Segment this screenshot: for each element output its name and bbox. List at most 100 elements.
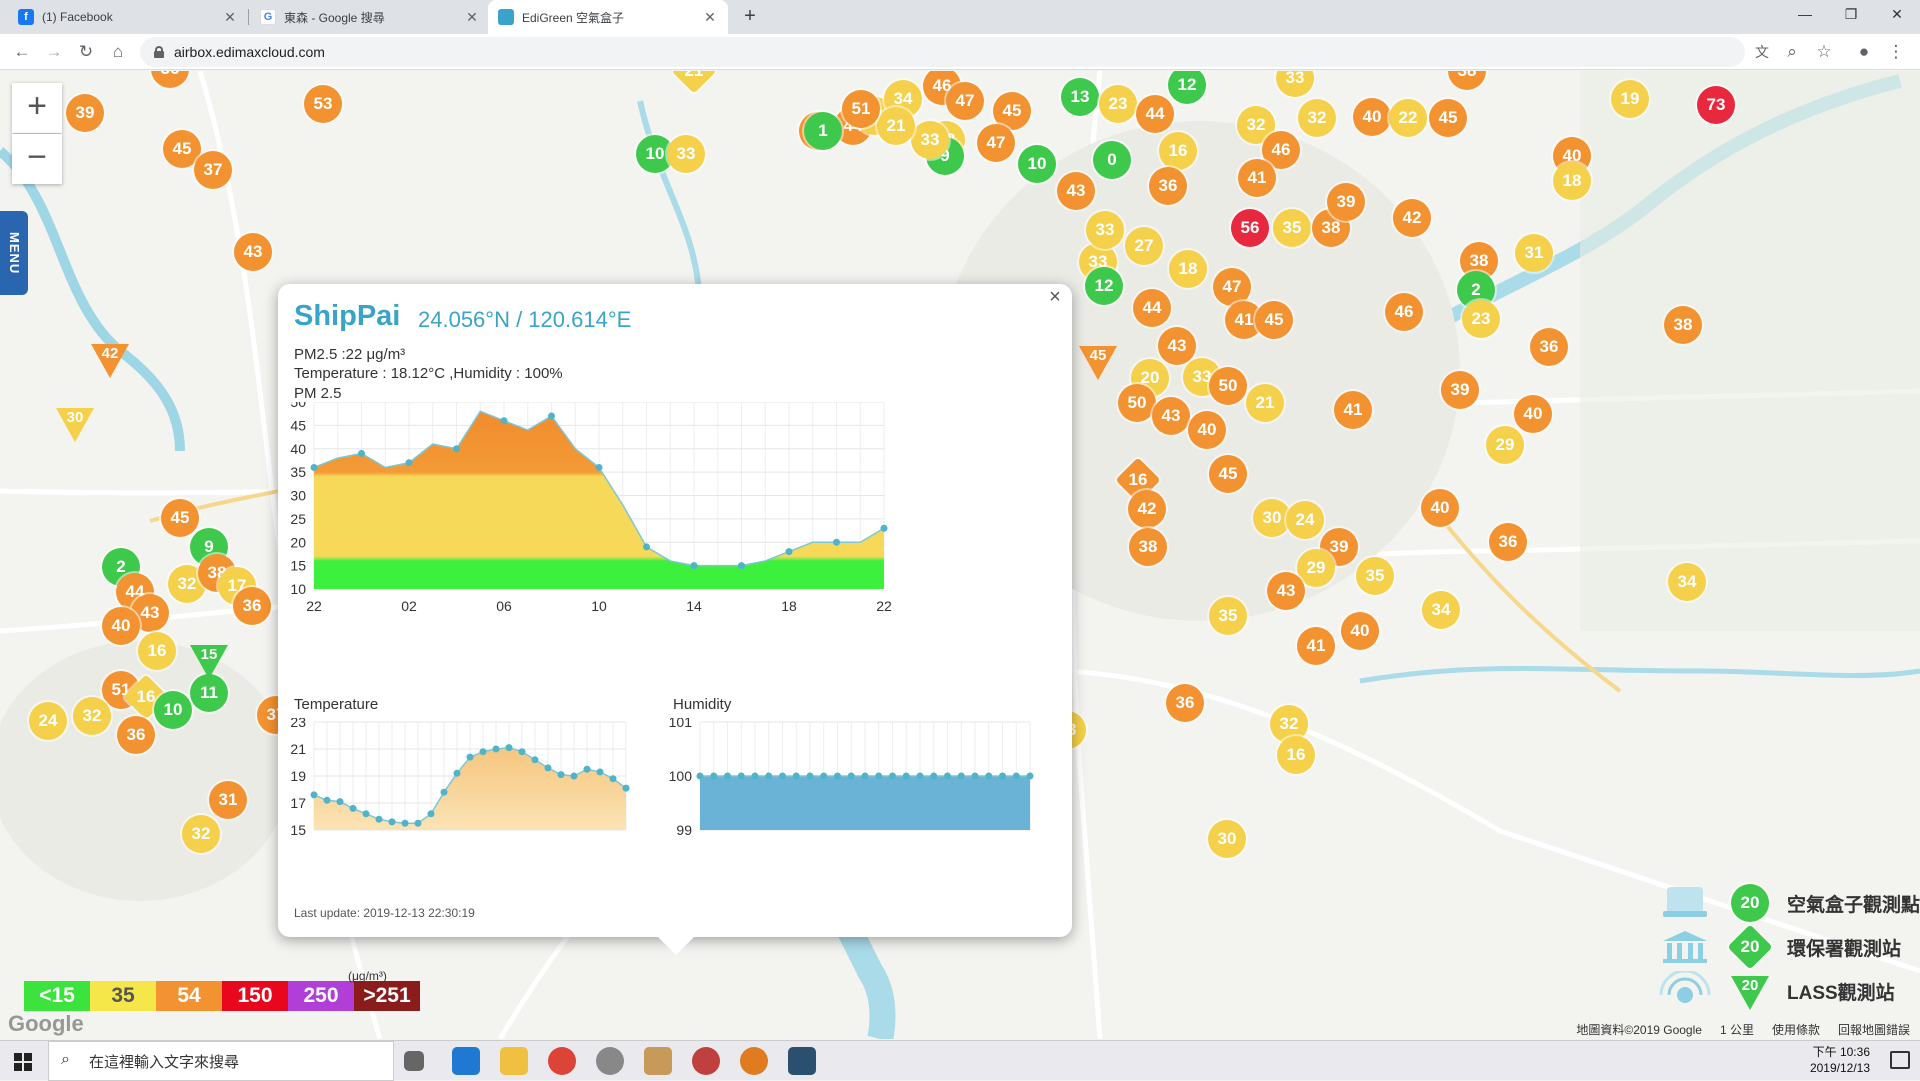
- blender-icon[interactable]: [740, 1047, 768, 1075]
- station-marker[interactable]: 19: [1611, 80, 1649, 118]
- station-marker[interactable]: 0: [1093, 141, 1131, 179]
- station-marker[interactable]: 35: [1209, 597, 1247, 635]
- chrome-icon[interactable]: [548, 1047, 576, 1075]
- reload-icon[interactable]: ↻: [74, 40, 98, 64]
- station-marker[interactable]: 33: [667, 135, 705, 173]
- home-icon[interactable]: ⌂: [106, 40, 130, 64]
- station-marker[interactable]: 56: [1231, 209, 1269, 247]
- station-marker[interactable]: 27: [1125, 227, 1163, 265]
- station-marker[interactable]: 11: [190, 674, 228, 712]
- station-marker[interactable]: 40: [1514, 395, 1552, 433]
- station-marker[interactable]: 36: [117, 716, 155, 754]
- station-marker[interactable]: 45: [1209, 455, 1247, 493]
- terms-link[interactable]: 使用條款: [1772, 1021, 1820, 1038]
- report-error-link[interactable]: 回報地圖錯誤: [1838, 1021, 1910, 1038]
- station-marker[interactable]: 38: [1664, 306, 1702, 344]
- station-marker[interactable]: 51: [842, 90, 880, 128]
- station-marker[interactable]: 43: [1152, 397, 1190, 435]
- station-marker[interactable]: 23: [1462, 300, 1500, 338]
- station-marker[interactable]: 18: [1169, 250, 1207, 288]
- taskbar-search-box[interactable]: ⌕ 在這裡輸入文字來搜尋: [48, 1041, 394, 1081]
- station-marker[interactable]: 10: [1018, 145, 1056, 183]
- task-view-icon[interactable]: [404, 1051, 424, 1071]
- windows-start-icon[interactable]: [14, 1053, 32, 1071]
- zoom-in-button[interactable]: +: [12, 83, 62, 133]
- station-marker[interactable]: 10: [154, 691, 192, 729]
- station-marker[interactable]: 36: [1489, 523, 1527, 561]
- menu-kebab-icon[interactable]: ⋮: [1884, 40, 1908, 64]
- station-marker[interactable]: 47: [946, 82, 984, 120]
- station-marker[interactable]: 30: [56, 404, 94, 442]
- station-marker[interactable]: 1: [804, 112, 842, 150]
- edge-icon[interactable]: [452, 1047, 480, 1075]
- station-marker[interactable]: 18: [1553, 162, 1591, 200]
- station-marker[interactable]: 39: [66, 94, 104, 132]
- station-marker[interactable]: 15: [190, 641, 228, 679]
- station-marker[interactable]: 73: [1697, 86, 1735, 124]
- zoom-out-button[interactable]: −: [12, 134, 62, 184]
- station-marker[interactable]: 21: [1246, 384, 1284, 422]
- minimize-button[interactable]: —: [1782, 0, 1828, 30]
- station-marker[interactable]: 41: [1297, 627, 1335, 665]
- station-marker[interactable]: 29: [1486, 426, 1524, 464]
- file-explorer-icon[interactable]: [500, 1047, 528, 1075]
- station-marker[interactable]: 16: [1159, 132, 1197, 170]
- station-marker[interactable]: 23: [1099, 85, 1137, 123]
- app-icon[interactable]: [596, 1047, 624, 1075]
- zoom-icon[interactable]: ⌕: [1780, 40, 1804, 64]
- station-marker[interactable]: 45: [1255, 301, 1293, 339]
- station-marker[interactable]: 42: [1393, 199, 1431, 237]
- forward-icon[interactable]: →: [42, 40, 66, 64]
- station-marker[interactable]: 36: [1166, 684, 1204, 722]
- station-marker[interactable]: 44: [1136, 95, 1174, 133]
- close-window-button[interactable]: ✕: [1874, 0, 1920, 30]
- station-marker[interactable]: 43: [234, 233, 272, 271]
- station-marker[interactable]: 24: [29, 702, 67, 740]
- station-marker[interactable]: 39: [1327, 183, 1365, 221]
- station-marker[interactable]: 33: [1086, 211, 1124, 249]
- map-canvas[interactable]: + − MENU 3639455337432113231233444022453…: [0, 71, 1920, 1039]
- station-marker[interactable]: 45: [161, 499, 199, 537]
- close-popup-button[interactable]: ×: [1044, 286, 1066, 308]
- profile-icon[interactable]: ●: [1852, 40, 1876, 64]
- station-marker[interactable]: 33: [911, 121, 949, 159]
- station-marker[interactable]: 50: [1118, 384, 1156, 422]
- photos-icon[interactable]: [788, 1047, 816, 1075]
- station-marker[interactable]: 39: [1441, 371, 1479, 409]
- station-marker[interactable]: 31: [1515, 234, 1553, 272]
- station-marker[interactable]: 42: [91, 340, 129, 378]
- translate-icon[interactable]: 文: [1750, 40, 1774, 64]
- station-marker[interactable]: 40: [102, 607, 140, 645]
- station-marker[interactable]: 43: [1158, 327, 1196, 365]
- station-marker[interactable]: 37: [194, 151, 232, 189]
- address-bar[interactable]: airbox.edimaxcloud.com: [140, 37, 1745, 67]
- tab-google[interactable]: G 東森 - Google 搜尋 ✕: [250, 0, 490, 34]
- notification-icon[interactable]: [1890, 1051, 1910, 1069]
- menu-tab[interactable]: MENU: [0, 211, 28, 295]
- station-marker[interactable]: 12: [1085, 267, 1123, 305]
- station-marker[interactable]: 21: [877, 107, 915, 145]
- app-icon[interactable]: [692, 1047, 720, 1075]
- station-marker[interactable]: 30: [1208, 820, 1246, 858]
- close-tab-icon[interactable]: ✕: [222, 9, 238, 26]
- station-marker[interactable]: 45: [1429, 99, 1467, 137]
- station-marker[interactable]: 40: [1421, 489, 1459, 527]
- restore-button[interactable]: ❐: [1828, 0, 1874, 30]
- station-marker[interactable]: 43: [1057, 172, 1095, 210]
- station-marker[interactable]: 32: [1298, 99, 1336, 137]
- station-marker[interactable]: 40: [1341, 612, 1379, 650]
- station-marker[interactable]: 45: [1079, 342, 1117, 380]
- station-marker[interactable]: 32: [182, 815, 220, 853]
- tab-facebook[interactable]: f (1) Facebook ✕: [8, 0, 248, 34]
- station-marker[interactable]: 41: [1334, 391, 1372, 429]
- station-marker[interactable]: 35: [1273, 209, 1311, 247]
- station-marker[interactable]: 42: [1128, 490, 1166, 528]
- new-tab-button[interactable]: +: [738, 5, 762, 29]
- station-marker[interactable]: 13: [1061, 78, 1099, 116]
- station-marker[interactable]: 53: [304, 85, 342, 123]
- taskbar-clock[interactable]: 下午 10:36 2019/12/13: [1810, 1044, 1870, 1076]
- station-marker[interactable]: 36: [233, 587, 271, 625]
- station-marker[interactable]: 36: [1149, 167, 1187, 205]
- station-marker[interactable]: 36: [1530, 328, 1568, 366]
- app-icon[interactable]: [644, 1047, 672, 1075]
